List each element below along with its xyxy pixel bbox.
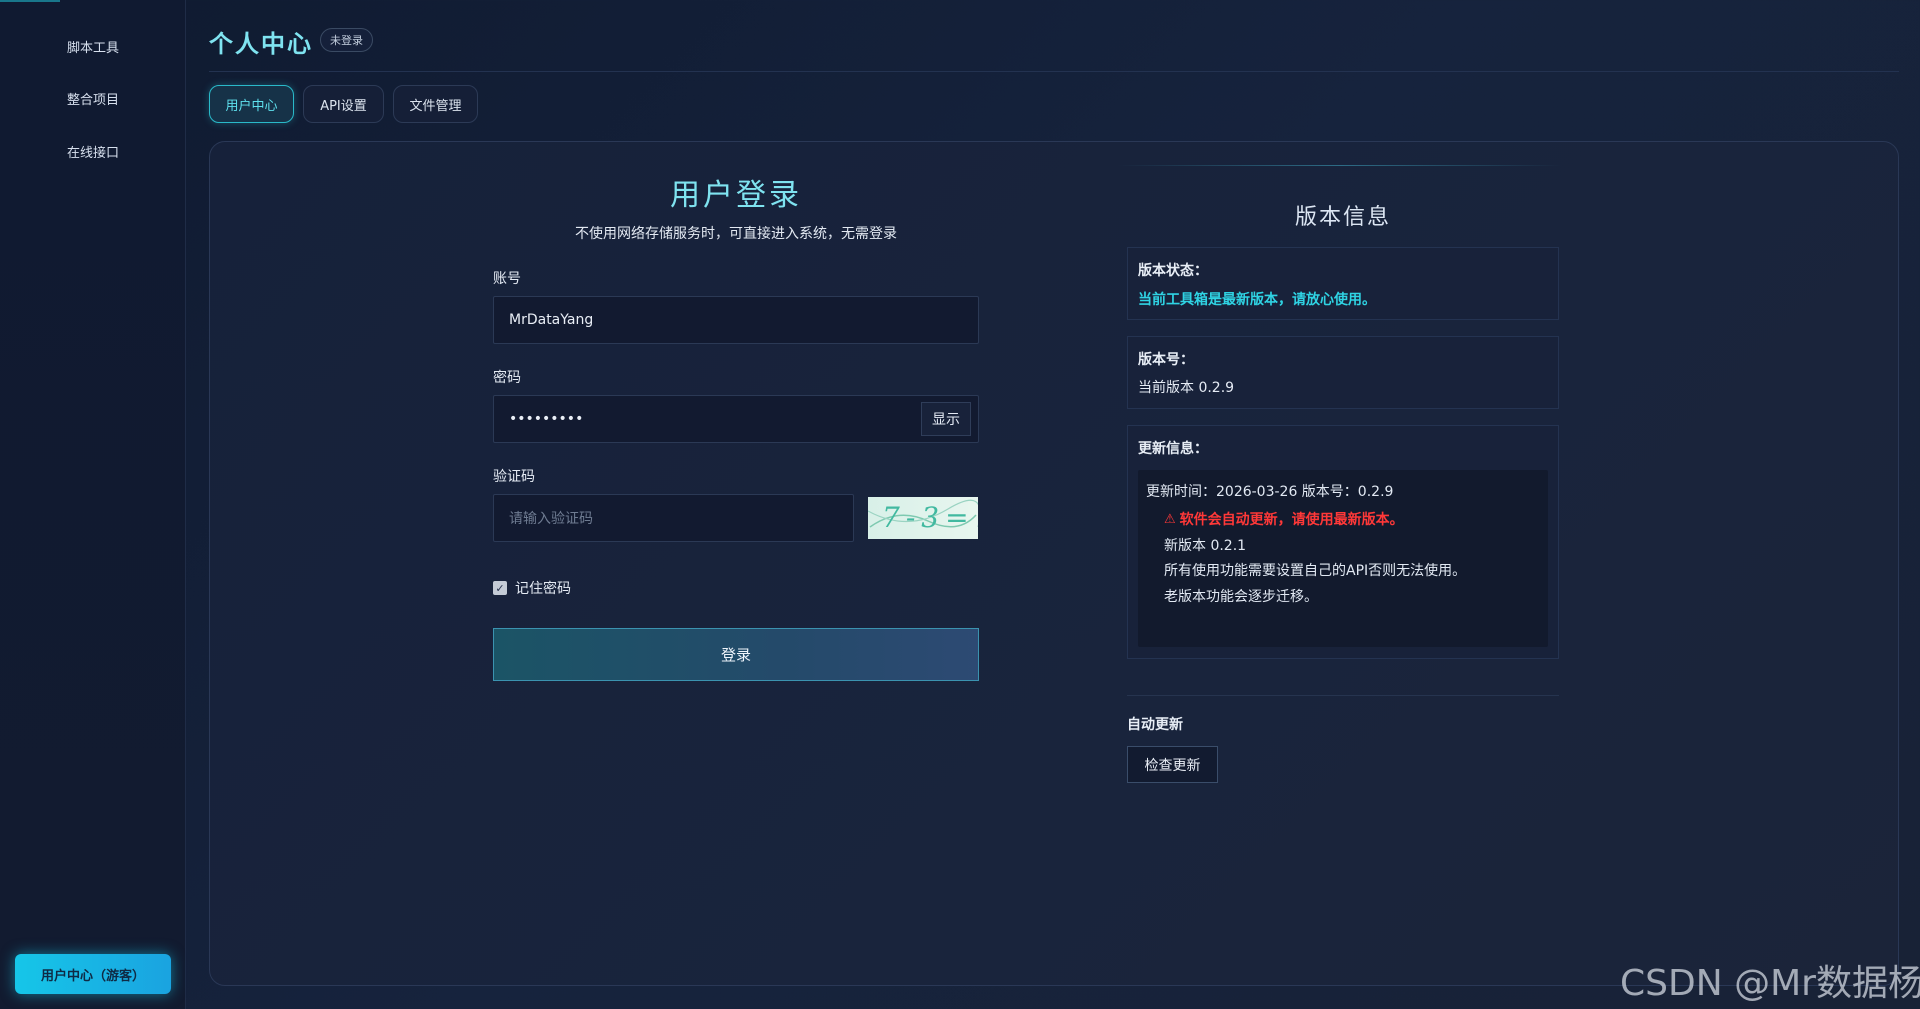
sidebar-accent-line	[0, 0, 60, 2]
check-update-button[interactable]: 检查更新	[1127, 746, 1218, 783]
captcha-text: 7-3=	[882, 501, 975, 534]
tab-user-center[interactable]: 用户中心	[209, 85, 294, 123]
account-label: 账号	[493, 271, 521, 287]
version-status-text: 当前工具箱是最新版本，请放心使用。	[1138, 292, 1376, 308]
auto-update-label: 自动更新	[1127, 717, 1183, 733]
version-number-box	[1127, 336, 1559, 409]
version-number-label: 版本号：	[1138, 352, 1194, 368]
user-center-button[interactable]: 用户中心（游客）	[15, 954, 171, 994]
warning-icon: ⚠	[1164, 511, 1176, 527]
version-divider	[1127, 695, 1559, 696]
tab-file-management[interactable]: 文件管理	[393, 85, 478, 123]
update-info-label: 更新信息：	[1138, 441, 1208, 457]
captcha-label: 验证码	[493, 469, 535, 485]
update-warning: ⚠ 软件会自动更新，请使用最新版本。	[1164, 509, 1404, 529]
version-accent-line	[1118, 165, 1563, 166]
main-panel	[209, 141, 1899, 986]
show-password-button[interactable]: 显示	[921, 402, 971, 436]
version-number-text: 当前版本 0.2.9	[1138, 380, 1235, 396]
sidebar-item-online-api[interactable]: 在线接口	[0, 133, 186, 169]
password-label: 密码	[493, 370, 521, 386]
captcha-input[interactable]: 请输入验证码	[493, 494, 854, 542]
sidebar: 脚本工具 整合项目 在线接口 用户中心（游客）	[0, 0, 186, 1009]
login-title: 用户登录	[670, 178, 802, 213]
sidebar-item-integrated-projects[interactable]: 整合项目	[0, 80, 186, 116]
tab-api-settings[interactable]: API设置	[303, 85, 384, 123]
version-status-box	[1127, 247, 1559, 320]
login-button[interactable]: 登录	[493, 628, 979, 681]
update-line: 更新时间：2026-03-26 版本号：0.2.9	[1146, 484, 1394, 500]
update-line: 所有使用功能需要设置自己的API否则无法使用。	[1164, 563, 1467, 579]
login-status-badge: 未登录	[320, 28, 373, 52]
watermark: CSDN @Mr数据杨	[1620, 963, 1920, 1004]
remember-checkbox[interactable]: ✓	[493, 581, 507, 595]
login-subtitle: 不使用网络存储服务时，可直接进入系统，无需登录	[575, 226, 897, 242]
account-input[interactable]: MrDataYang	[493, 296, 979, 344]
header-divider	[209, 71, 1899, 72]
sidebar-item-script-tools[interactable]: 脚本工具	[0, 28, 186, 64]
update-line: 老版本功能会逐步迁移。	[1164, 589, 1318, 605]
password-input[interactable]: •••••••••	[493, 395, 979, 443]
update-warning-text: 软件会自动更新，请使用最新版本。	[1179, 512, 1404, 528]
page-title: 个人中心	[209, 30, 313, 58]
version-status-label: 版本状态：	[1138, 263, 1208, 279]
remember-password[interactable]: ✓ 记住密码	[493, 578, 571, 598]
captcha-image[interactable]: 7-3=	[868, 497, 978, 539]
version-title: 版本信息	[1294, 205, 1391, 230]
remember-label: 记住密码	[515, 581, 571, 597]
update-line: 新版本 0.2.1	[1164, 538, 1247, 554]
